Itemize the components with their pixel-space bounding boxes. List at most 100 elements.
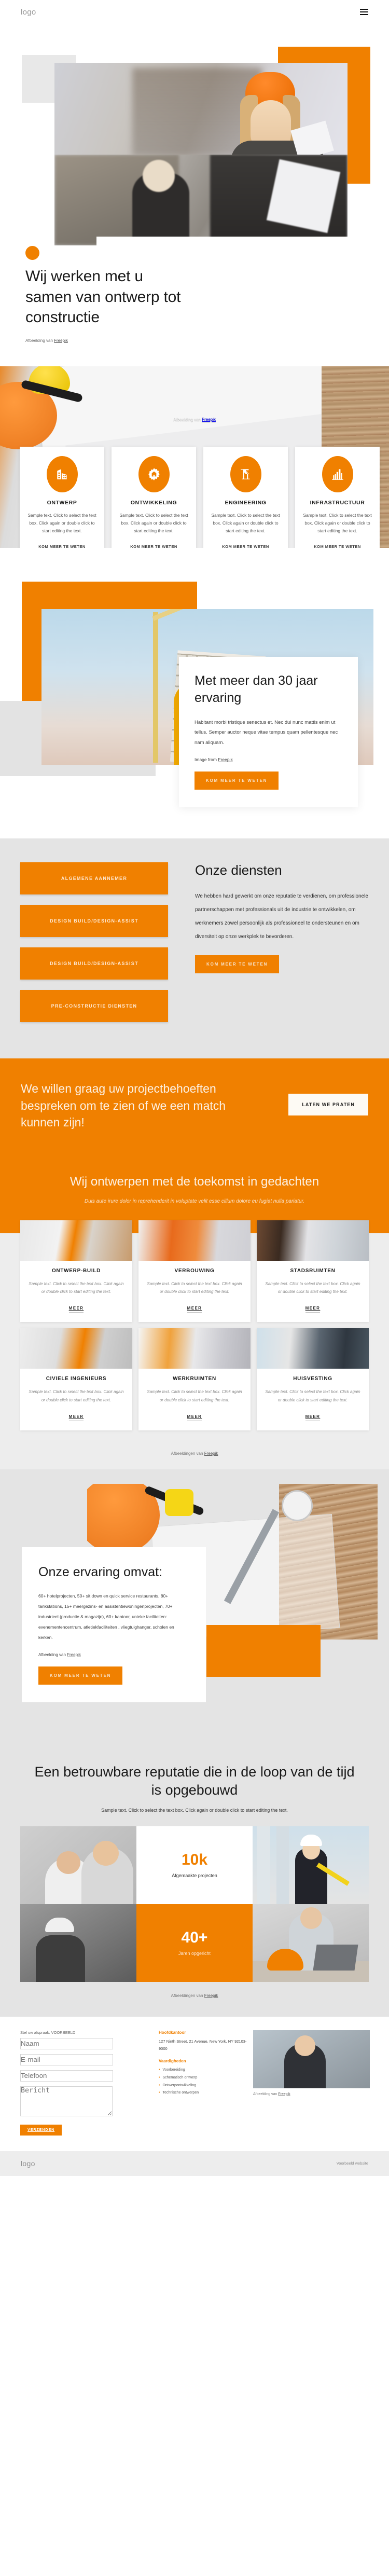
reputation-image-credit: Afbeeldingen van Freepik (0, 1993, 389, 1998)
stat-value: 40+ (181, 1928, 208, 1946)
expertise-credit-link[interactable]: Freepik (67, 1652, 81, 1657)
feature-title: INFRASTRUCTUUR (310, 500, 365, 506)
portfolio-section: Wij ontwerpen met de toekomst in gedacht… (0, 1160, 389, 1469)
stat-label: Afgemaakte projecten (172, 1872, 217, 1878)
portfolio-card-text: Sample text. Click to select the text bo… (147, 1281, 242, 1294)
feature-link[interactable]: KOM MEER TE WETEN (314, 544, 361, 548)
feature-card[interactable]: ENGINEERING Sample text. Click to select… (203, 447, 288, 548)
feature-link[interactable]: KOM MEER TE WETEN (222, 544, 269, 548)
portfolio-card[interactable]: HUISVESTING Sample text. Click to select… (257, 1328, 369, 1430)
contact-form: Stel uw afspraak. VOORBEELD VERZENDEN (20, 2030, 152, 2136)
experience-card: Met meer dan 30 jaar ervaring Habitant m… (179, 657, 358, 808)
services-title: Onze diensten (195, 862, 282, 878)
portfolio-card-link[interactable]: MEER (187, 1306, 202, 1313)
services-paragraph: We hebben hard gewerkt om onze reputatie… (195, 893, 368, 940)
reputation-credit-link[interactable]: Freepik (204, 1993, 218, 1998)
service-button-pre-constructie[interactable]: PRE-CONSTRUCTIE DIENSTEN (20, 990, 168, 1022)
service-button-algemene-aannemer[interactable]: ALGEMENE AANNEMER (20, 862, 168, 894)
portfolio-card-link[interactable]: MEER (305, 1306, 321, 1313)
footer-logo[interactable]: logo (21, 2159, 35, 2168)
hamburger-menu-icon[interactable] (360, 9, 368, 15)
portfolio-card-link[interactable]: MEER (305, 1414, 321, 1421)
contact-skill-list: Voorbereiding Schematisch ontwerp Ontwer… (159, 2067, 247, 2097)
portfolio-card[interactable]: WERKRUIMTEN Sample text. Click to select… (138, 1328, 251, 1430)
portfolio-card-text: Sample text. Click to select the text bo… (265, 1389, 360, 1402)
features-credit-link[interactable]: Freepik (202, 417, 216, 422)
contact-credit-prefix: Afbeelding van (253, 2092, 279, 2096)
feature-card[interactable]: ONTWERP Sample text. Click to select the… (20, 447, 104, 548)
orange-dot-accent (25, 246, 39, 260)
cta-button[interactable]: LATEN WE PRATEN (288, 1094, 368, 1115)
expertise-section: Onze ervaring omvat: 60+ hotelprojecten,… (0, 1469, 389, 1760)
portfolio-card-grid: ONTWERP-BUILD Sample text. Click to sele… (20, 1220, 369, 1451)
reputation-title: Een betrouwbare reputatie die in de loop… (34, 1764, 355, 1798)
services-cta-button[interactable]: KOM MEER TE WETEN (195, 955, 280, 973)
skyline-icon (322, 456, 353, 492)
portfolio-card-text: Sample text. Click to select the text bo… (29, 1281, 124, 1294)
service-button-design-build-1[interactable]: DESIGN BUILD/DESIGN-ASSIST (20, 905, 168, 937)
service-button-list: ALGEMENE AANNEMER DESIGN BUILD/DESIGN-AS… (20, 862, 168, 1022)
service-button-design-build-2[interactable]: DESIGN BUILD/DESIGN-ASSIST (20, 947, 168, 980)
contact-address: 127 Ninth Street, 21 Avenue, New York, N… (159, 2038, 247, 2051)
features-credit-prefix: Afbeelding van (173, 417, 202, 422)
expertise-cta-button[interactable]: KOM MEER TE WETEN (38, 1666, 123, 1685)
footer-note: Voorbeeld website (336, 2161, 368, 2166)
feature-title: ONTWERP (47, 500, 77, 506)
portfolio-card-title: VERBOUWING (174, 1268, 215, 1274)
stat-value: 10k (181, 1851, 208, 1868)
experience-cta-button[interactable]: KOM MEER TE WETEN (195, 772, 279, 790)
feature-title: ENGINEERING (225, 500, 267, 506)
cta-banner: We willen graag uw projectbehoeften besp… (0, 1058, 389, 1160)
portfolio-card[interactable]: CIVIELE INGENIEURS Sample text. Click to… (20, 1328, 132, 1430)
contact-email-input[interactable] (20, 2054, 113, 2065)
hero-credit-link[interactable]: Freepik (54, 338, 68, 343)
site-logo[interactable]: logo (21, 8, 36, 17)
portfolio-card-link[interactable]: MEER (187, 1414, 202, 1421)
portfolio-credit-link[interactable]: Freepik (204, 1451, 218, 1456)
features-image-credit: Afbeelding van Freepik (0, 417, 389, 422)
contact-credit-link[interactable]: Freepik (278, 2092, 290, 2096)
contact-send-button[interactable]: VERZENDEN (20, 2124, 62, 2136)
experience-title: Met meer dan 30 jaar ervaring (195, 673, 318, 705)
feature-text: Sample text. Click to select the text bo… (119, 513, 188, 533)
contact-image-block: Afbeelding van Freepik (253, 2030, 370, 2136)
portfolio-card-image (20, 1328, 132, 1369)
portfolio-title: Wij ontwerpen met de toekomst in gedacht… (70, 1174, 319, 1189)
feature-card[interactable]: ONTWIKKELING Sample text. Click to selec… (112, 447, 196, 548)
hero-image-credit: Afbeelding van Freepik (25, 338, 181, 343)
feature-text: Sample text. Click to select the text bo… (27, 513, 96, 533)
contact-section: Stel uw afspraak. VOORBEELD VERZENDEN Ho… (0, 2016, 389, 2151)
feature-card[interactable]: INFRASTRUCTUUR Sample text. Click to sel… (295, 447, 380, 548)
portfolio-card[interactable]: VERBOUWING Sample text. Click to select … (138, 1220, 251, 1323)
feature-link[interactable]: KOM MEER TE WETEN (38, 544, 86, 548)
experience-credit-prefix: Image from (195, 757, 218, 763)
feature-text: Sample text. Click to select the text bo… (211, 513, 280, 533)
portfolio-card-image (257, 1328, 369, 1369)
hero-section: Wij werken met u samen van ontwerp tot c… (0, 24, 389, 366)
contact-name-input[interactable] (20, 2037, 113, 2049)
crane-icon (230, 456, 261, 492)
experience-image-credit: Image from Freepik (195, 757, 342, 762)
portfolio-card-image (20, 1220, 132, 1261)
portfolio-card-link[interactable]: MEER (68, 1414, 84, 1421)
list-item: Technische ontwerpen (159, 2089, 247, 2097)
contact-phone-input[interactable] (20, 2070, 113, 2082)
stat-card-projects: 10k Afgemaakte projecten (136, 1826, 253, 1904)
portfolio-card[interactable]: STADSRUIMTEN Sample text. Click to selec… (257, 1220, 369, 1323)
portfolio-card-link[interactable]: MEER (68, 1306, 84, 1313)
services-section: ALGEMENE AANNEMER DESIGN BUILD/DESIGN-AS… (0, 838, 389, 1058)
contact-form-label: Stel uw afspraak. VOORBEELD (20, 2030, 76, 2035)
experience-credit-link[interactable]: Freepik (218, 757, 232, 762)
feature-card-list: ONTWERP Sample text. Click to select the… (20, 447, 380, 548)
portfolio-subtitle: Duis aute irure dolor in reprehenderit i… (84, 1198, 305, 1204)
site-header: logo (0, 0, 389, 24)
contact-image-credit: Afbeelding van Freepik (253, 2092, 370, 2096)
portfolio-card[interactable]: ONTWERP-BUILD Sample text. Click to sele… (20, 1220, 132, 1323)
contact-message-input[interactable] (20, 2086, 113, 2116)
portfolio-card-title: STADSRUIMTEN (290, 1268, 336, 1274)
contact-image (253, 2030, 370, 2088)
cta-title: We willen graag uw projectbehoeften besp… (21, 1082, 226, 1129)
feature-link[interactable]: KOM MEER TE WETEN (130, 544, 177, 548)
list-item: Ontwerpontwikkeling (159, 2082, 247, 2090)
portfolio-card-text: Sample text. Click to select the text bo… (147, 1389, 242, 1402)
